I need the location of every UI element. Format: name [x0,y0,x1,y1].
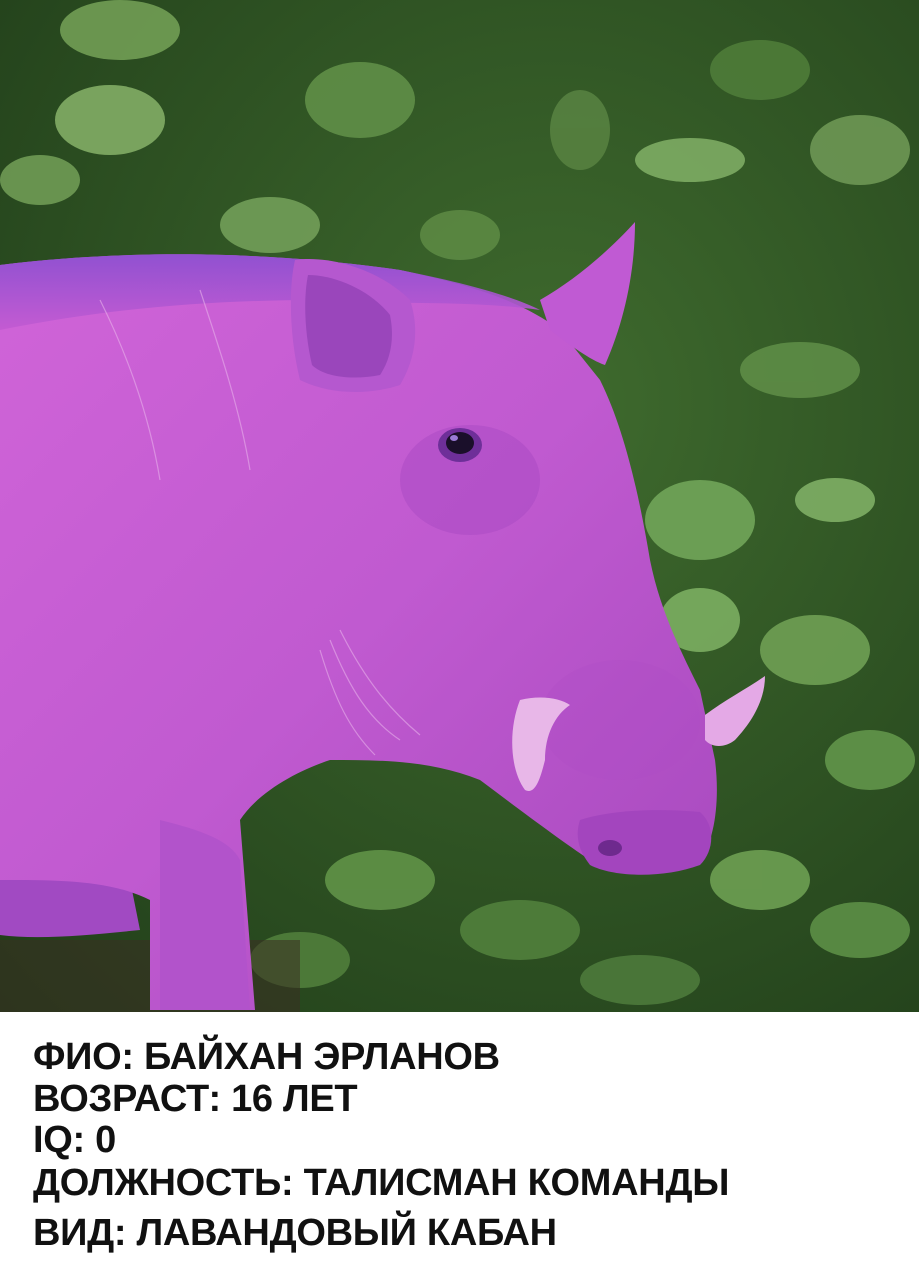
caption-line-name: ФИО: БАЙХАН ЭРЛАНОВ [33,1036,500,1078]
caption: ФИО: БАЙХАН ЭРЛАНОВ ВОЗРАСТ: 16 ЛЕТ IQ: … [0,1012,919,1280]
caption-line-iq: IQ: 0 [33,1119,116,1161]
caption-line-position: ДОЛЖНОСТЬ: ТАЛИСМАН КОМАНДЫ [33,1162,730,1204]
caption-line-species: ВИД: ЛАВАНДОВЫЙ КАБАН [33,1212,557,1254]
snout [577,810,712,875]
caption-line-age: ВОЗРАСТ: 16 ЛЕТ [33,1078,358,1120]
photo [0,0,919,1012]
warthog-photo [0,0,919,1012]
